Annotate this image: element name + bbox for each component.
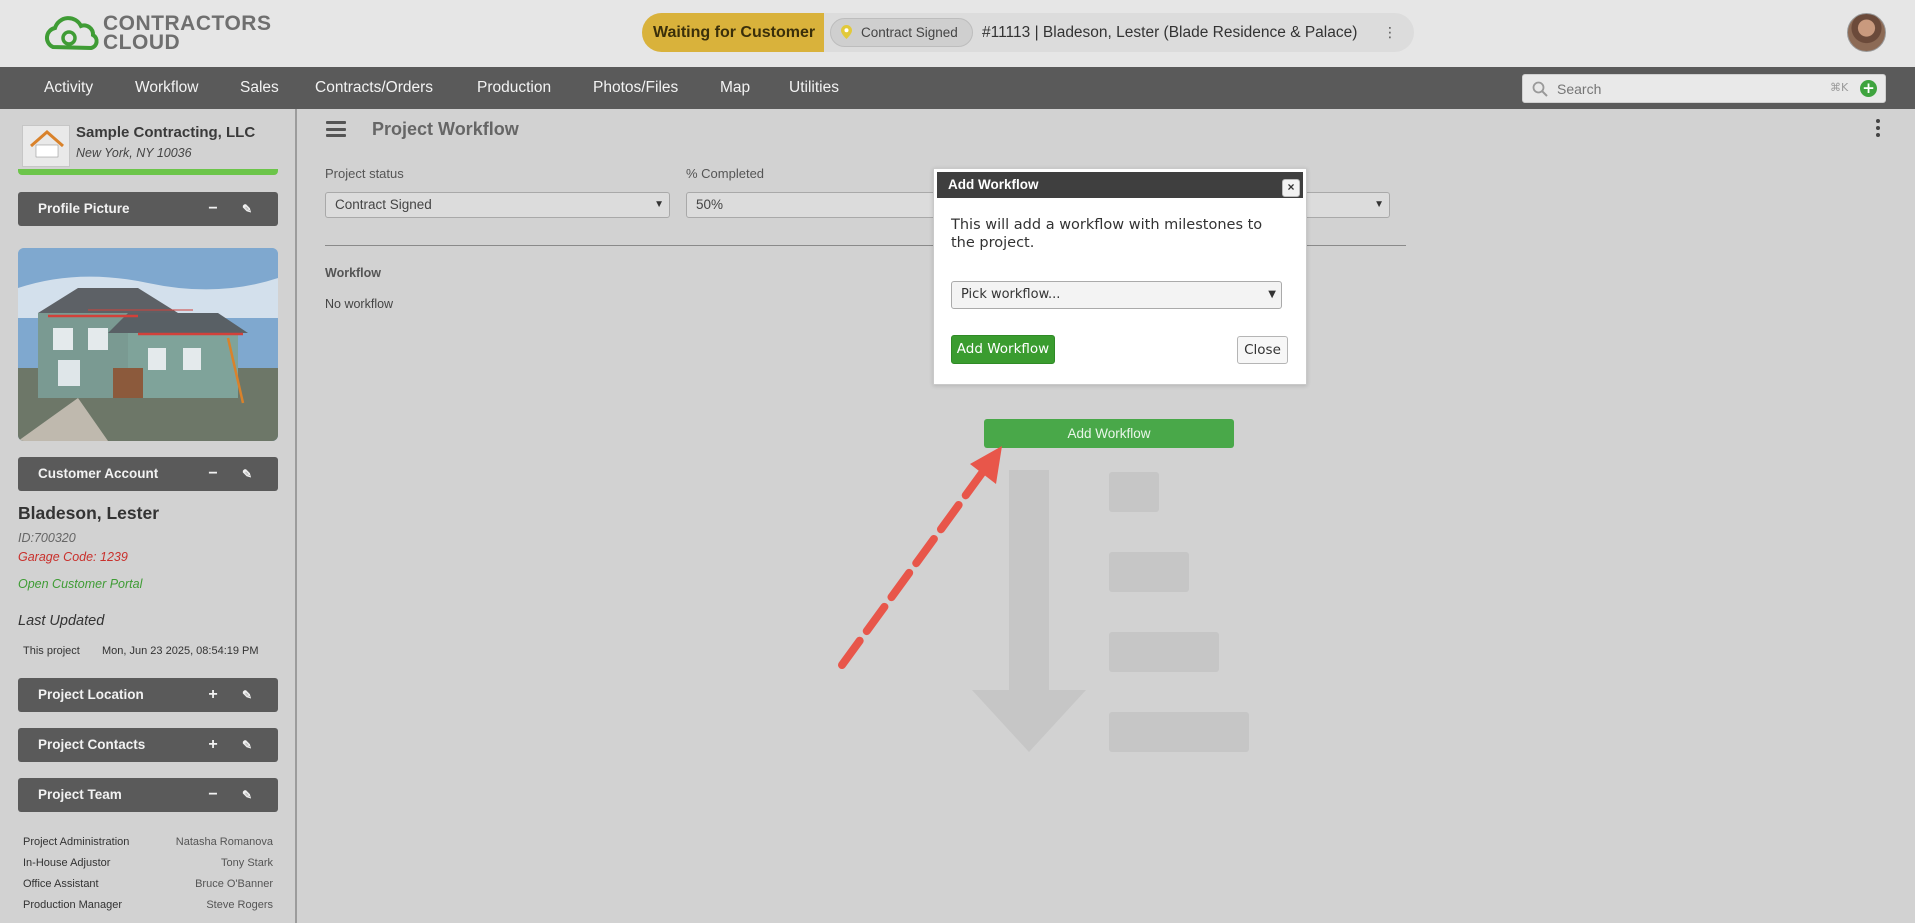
expand-plus-icon[interactable]: + xyxy=(205,678,221,712)
edit-pencil-icon[interactable]: ✎ xyxy=(239,778,255,812)
this-project-date: Mon, Jun 23 2025, 08:54:19 PM xyxy=(102,645,259,657)
workflow-illustration-icon xyxy=(972,470,1249,752)
chevron-down-icon: ▼ xyxy=(654,199,664,210)
add-workflow-button[interactable]: Add Workflow xyxy=(984,419,1234,448)
waiting-status-badge[interactable]: Waiting for Customer xyxy=(642,13,824,52)
search-box[interactable]: ⌘K xyxy=(1522,74,1886,103)
customer-name: Bladeson, Lester xyxy=(18,503,160,523)
search-shortcut: ⌘K xyxy=(1830,81,1849,94)
nav-workflow[interactable]: Workflow xyxy=(135,67,198,109)
project-status-label: Project status xyxy=(325,166,404,181)
project-location-panel[interactable]: Project Location + ✎ xyxy=(18,678,278,712)
team-member: Tony Stark xyxy=(221,857,273,869)
contractors-cloud-logo[interactable]: CONTRACTORS CLOUD xyxy=(43,13,271,55)
add-workflow-modal: Add Workflow × This will add a workflow … xyxy=(933,168,1307,385)
percent-completed-value: 50% xyxy=(696,197,724,212)
team-row: Office Assistant Bruce O'Banner xyxy=(23,878,273,890)
project-status-pill: Waiting for Customer Contract Signed #11… xyxy=(642,13,1414,52)
percent-completed-label: % Completed xyxy=(686,166,765,181)
garage-code: Garage Code: 1239 xyxy=(18,550,128,564)
team-row: Project Administration Natasha Romanova xyxy=(23,836,273,848)
logo-text-line2: CLOUD xyxy=(103,31,181,54)
nav-map[interactable]: Map xyxy=(720,67,750,109)
search-icon xyxy=(1532,81,1548,97)
modal-description: This will add a workflow with milestones… xyxy=(951,217,1263,251)
modal-close-button[interactable]: Close xyxy=(1237,336,1288,364)
pick-workflow-value: Pick workflow... xyxy=(961,287,1061,302)
project-title: #11113 | Bladeson, Lester (Blade Residen… xyxy=(982,24,1358,41)
menu-hamburger-icon[interactable] xyxy=(326,121,346,137)
company-name: Sample Contracting, LLC xyxy=(76,124,256,141)
modal-title: Add Workflow xyxy=(948,177,1039,192)
customer-account-panel[interactable]: Customer Account − ✎ xyxy=(18,457,278,491)
search-input[interactable] xyxy=(1557,78,1807,100)
project-status-value: Contract Signed xyxy=(335,197,432,212)
team-member: Natasha Romanova xyxy=(175,836,273,848)
nav-production[interactable]: Production xyxy=(477,67,551,109)
team-role: Office Assistant xyxy=(23,878,99,890)
nav-photos-files[interactable]: Photos/Files xyxy=(593,67,678,109)
close-icon[interactable]: × xyxy=(1282,179,1300,197)
contract-chip-label: Contract Signed xyxy=(861,25,958,40)
open-customer-portal-link[interactable]: Open Customer Portal xyxy=(18,577,142,591)
workflow-label: Workflow xyxy=(325,266,382,280)
cloud-logo-icon xyxy=(44,16,99,51)
project-status-select[interactable]: Contract Signed ▼ xyxy=(325,192,670,218)
map-pin-icon xyxy=(841,25,852,39)
team-role: Production Manager xyxy=(23,899,123,911)
last-updated-heading: Last Updated xyxy=(18,613,105,629)
house-photo[interactable] xyxy=(18,248,278,441)
edit-pencil-icon[interactable]: ✎ xyxy=(239,678,255,712)
more-options-icon[interactable]: ⋮ xyxy=(1382,23,1398,43)
percent-completed-select[interactable]: 50% xyxy=(686,192,936,218)
nav-sales[interactable]: Sales xyxy=(240,67,279,109)
user-avatar[interactable] xyxy=(1847,13,1886,52)
no-workflow-text: No workflow xyxy=(325,297,394,311)
dashed-arrow-annotation xyxy=(838,446,1002,669)
nav-activity[interactable]: Activity xyxy=(44,67,93,109)
project-contacts-label: Project Contacts xyxy=(38,737,146,752)
house-photo-image xyxy=(18,248,278,441)
house-logo-icon xyxy=(30,130,64,158)
profile-picture-label: Profile Picture xyxy=(38,201,130,216)
team-role: Project Administration xyxy=(23,836,130,848)
collapse-icon[interactable]: − xyxy=(205,457,221,491)
expand-plus-icon[interactable]: + xyxy=(205,728,221,762)
chevron-down-icon: ▼ xyxy=(1268,289,1276,300)
edit-pencil-icon[interactable]: ✎ xyxy=(239,728,255,762)
modal-add-workflow-button[interactable]: Add Workflow xyxy=(951,335,1055,364)
team-member: Bruce O'Banner xyxy=(195,878,273,890)
profile-picture-panel[interactable]: Profile Picture − ✎ xyxy=(18,192,278,226)
collapse-icon[interactable]: − xyxy=(205,778,221,812)
team-role: In-House Adjustor xyxy=(23,857,111,869)
customer-id: ID:700320 xyxy=(18,531,76,545)
company-progress-bar xyxy=(18,169,278,175)
this-project-label: This project xyxy=(23,645,80,657)
pick-workflow-select[interactable]: Pick workflow... ▼ xyxy=(951,281,1282,309)
project-location-label: Project Location xyxy=(38,687,144,702)
modal-header: Add Workflow × xyxy=(937,172,1303,198)
chevron-down-icon: ▼ xyxy=(1374,199,1384,210)
sidebar: Sample Contracting, LLC New York, NY 100… xyxy=(0,109,297,923)
project-team-panel[interactable]: Project Team − ✎ xyxy=(18,778,278,812)
customer-account-label: Customer Account xyxy=(38,466,159,481)
third-field-select[interactable]: ▼ xyxy=(1300,192,1390,218)
team-member: Steve Rogers xyxy=(206,899,273,911)
team-row: Production Manager Steve Rogers xyxy=(23,899,273,911)
company-logo xyxy=(22,125,70,167)
edit-pencil-icon[interactable]: ✎ xyxy=(239,192,255,226)
add-new-icon[interactable]: + xyxy=(1860,80,1877,97)
nav-utilities[interactable]: Utilities xyxy=(789,67,839,109)
nav-contracts-orders[interactable]: Contracts/Orders xyxy=(315,67,433,109)
page-title: Project Workflow xyxy=(372,119,519,139)
company-location: New York, NY 10036 xyxy=(76,146,192,160)
edit-pencil-icon[interactable]: ✎ xyxy=(239,457,255,491)
top-bar: CONTRACTORS CLOUD Waiting for Customer C… xyxy=(0,0,1915,67)
page-options-icon[interactable] xyxy=(1873,119,1883,139)
project-contacts-panel[interactable]: Project Contacts + ✎ xyxy=(18,728,278,762)
team-row: In-House Adjustor Tony Stark xyxy=(23,857,273,869)
collapse-icon[interactable]: − xyxy=(205,192,221,226)
project-team-label: Project Team xyxy=(38,787,122,802)
contract-signed-chip[interactable]: Contract Signed xyxy=(830,18,973,47)
